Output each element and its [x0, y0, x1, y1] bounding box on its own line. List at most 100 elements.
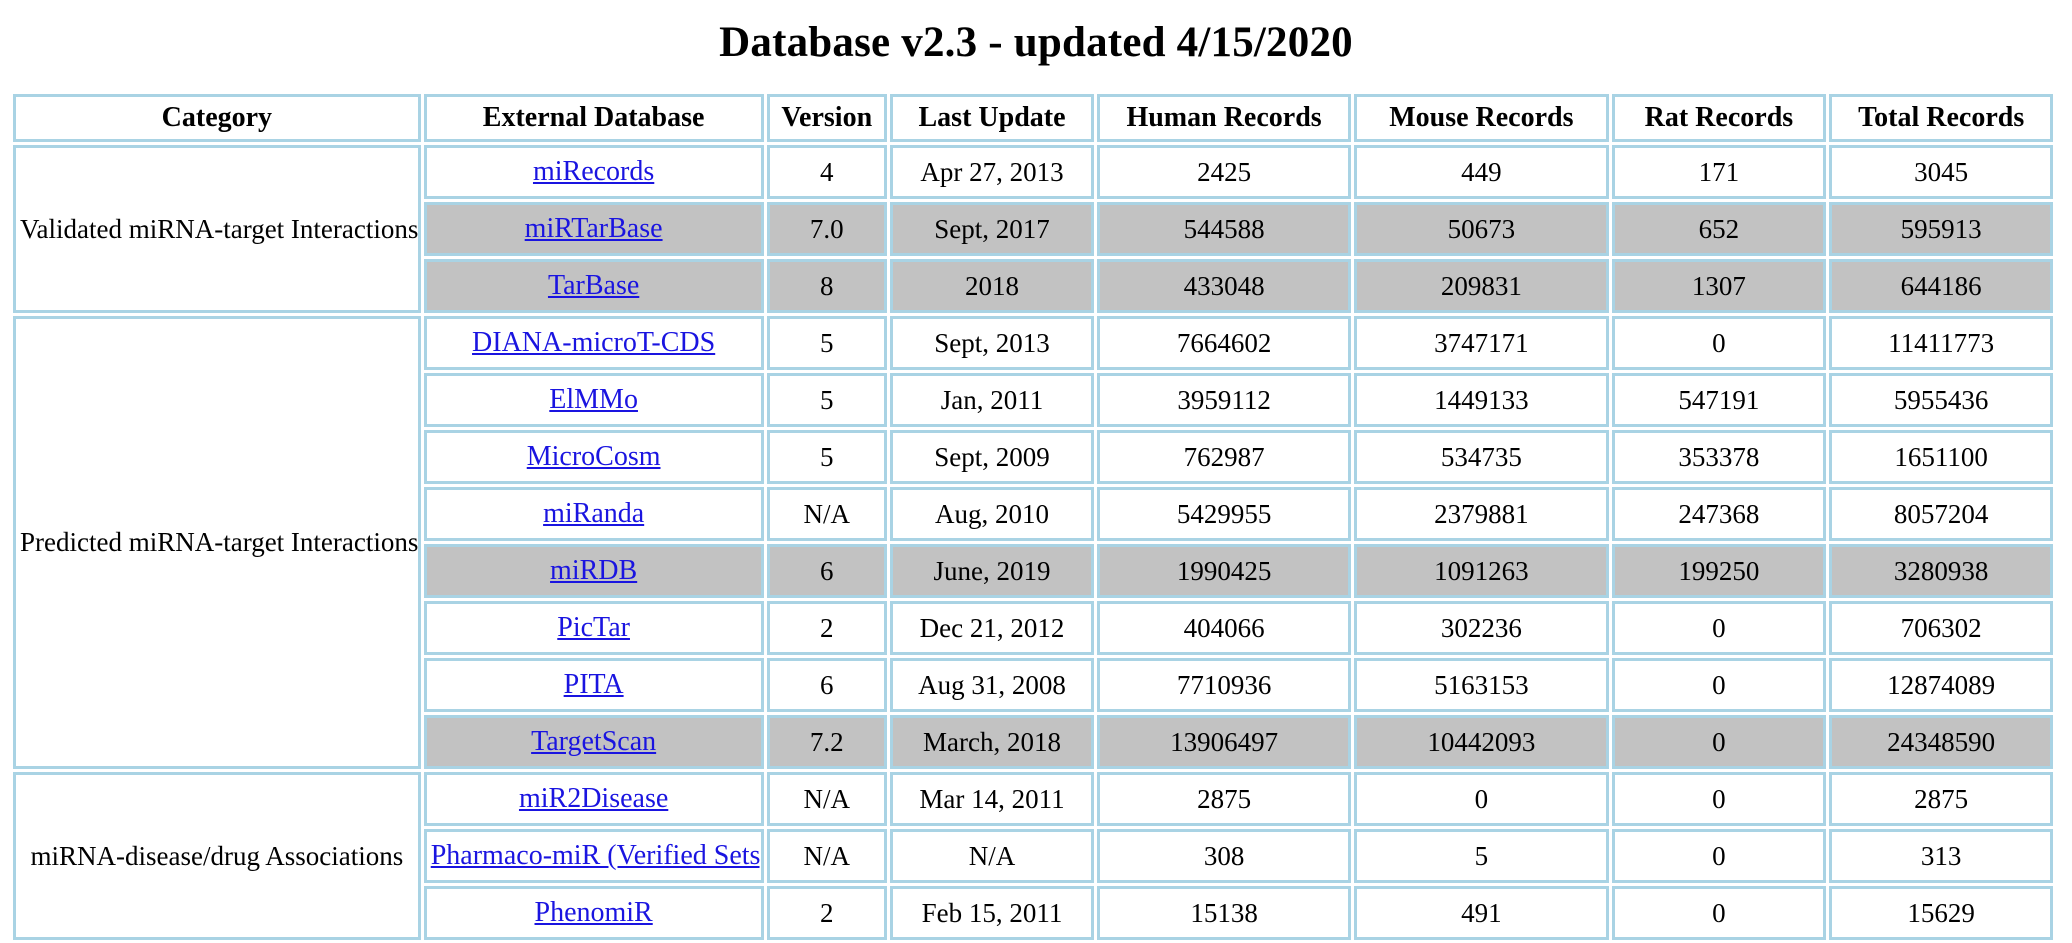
- database-link[interactable]: MicroCosm: [527, 441, 661, 472]
- column-header-total-records: Total Records: [1829, 94, 2053, 142]
- column-header-rat-records: Rat Records: [1611, 94, 1827, 142]
- category-cell: miRNA-disease/drug Associations: [13, 772, 421, 940]
- database-link[interactable]: TargetScan: [531, 726, 656, 757]
- human-records-cell: 308: [1096, 829, 1352, 883]
- database-link[interactable]: ElMMo: [549, 384, 638, 415]
- database-link[interactable]: miRTarBase: [525, 213, 663, 244]
- human-records-cell: 15138: [1096, 886, 1352, 940]
- last-update-cell: Dec 21, 2012: [890, 601, 1094, 655]
- external-database-cell: TarBase: [423, 259, 764, 313]
- database-link[interactable]: PITA: [564, 669, 624, 700]
- mouse-records-cell: 3747171: [1354, 316, 1609, 370]
- external-database-cell: miR2Disease: [423, 772, 764, 826]
- total-records-cell: 3280938: [1829, 544, 2053, 598]
- total-records-cell: 706302: [1829, 601, 2053, 655]
- database-link[interactable]: PhenomiR: [535, 897, 653, 928]
- column-header-human-records: Human Records: [1096, 94, 1352, 142]
- external-database-cell: ElMMo: [423, 373, 764, 427]
- total-records-cell: 644186: [1829, 259, 2053, 313]
- human-records-cell: 1990425: [1096, 544, 1352, 598]
- table-row: Predicted miRNA-target Interactions DIANA…: [13, 316, 2053, 769]
- external-database-cell: miRDB: [423, 544, 764, 598]
- total-records-cell: 12874089: [1829, 658, 2053, 712]
- external-database-cell: miRanda: [423, 487, 764, 541]
- total-records-cell: 24348590: [1829, 715, 2053, 769]
- table-header-row: Category External Database Version Last …: [13, 94, 2053, 142]
- version-cell: 5: [766, 316, 888, 370]
- version-cell: 5: [766, 373, 888, 427]
- database-link[interactable]: miRDB: [550, 555, 637, 586]
- total-records-cell: 313: [1829, 829, 2053, 883]
- mouse-records-cell: 2379881: [1354, 487, 1609, 541]
- total-records-cell: 595913: [1829, 202, 2053, 256]
- version-cell: 5: [766, 430, 888, 484]
- total-records-cell: 3045: [1829, 145, 2053, 199]
- rat-records-cell: 1307: [1611, 259, 1827, 313]
- external-database-cell: DIANA-microT-CDS: [423, 316, 764, 370]
- total-records-cell: 11411773: [1829, 316, 2053, 370]
- database-link[interactable]: miRanda: [543, 498, 644, 529]
- external-database-cell: PhenomiR: [423, 886, 764, 940]
- database-summary-table: Category External Database Version Last …: [10, 91, 2056, 943]
- external-database-cell: miRecords: [423, 145, 764, 199]
- total-records-cell: 5955436: [1829, 373, 2053, 427]
- rat-records-cell: 0: [1611, 886, 1827, 940]
- category-cell: Predicted miRNA-target Interactions: [13, 316, 421, 769]
- human-records-cell: 5429955: [1096, 487, 1352, 541]
- rat-records-cell: 0: [1611, 772, 1827, 826]
- mouse-records-cell: 5163153: [1354, 658, 1609, 712]
- last-update-cell: Aug, 2010: [890, 487, 1094, 541]
- table-row: miRNA-disease/drug Associations miR2Disea…: [13, 772, 2053, 940]
- database-link[interactable]: PicTar: [557, 612, 630, 643]
- mouse-records-cell: 534735: [1354, 430, 1609, 484]
- human-records-cell: 7710936: [1096, 658, 1352, 712]
- column-header-category: Category: [13, 94, 421, 142]
- mouse-records-cell: 5: [1354, 829, 1609, 883]
- total-records-cell: 1651100: [1829, 430, 2053, 484]
- mouse-records-cell: 0: [1354, 772, 1609, 826]
- page-title: Database v2.3 - updated 4/15/2020: [719, 19, 1353, 66]
- mouse-records-cell: 302236: [1354, 601, 1609, 655]
- last-update-cell: Sept, 2009: [890, 430, 1094, 484]
- table-container: Category External Database Version Last …: [0, 91, 2072, 943]
- version-cell: 6: [766, 658, 888, 712]
- version-cell: N/A: [766, 772, 888, 826]
- database-link[interactable]: miR2Disease: [519, 783, 668, 814]
- database-link[interactable]: miRecords: [533, 156, 654, 187]
- human-records-cell: 2875: [1096, 772, 1352, 826]
- last-update-cell: 2018: [890, 259, 1094, 313]
- last-update-cell: March, 2018: [890, 715, 1094, 769]
- database-link[interactable]: TarBase: [548, 270, 639, 301]
- database-link[interactable]: DIANA-microT-CDS: [472, 327, 715, 358]
- database-link[interactable]: Pharmaco-miR (Verified Sets): [431, 840, 761, 871]
- external-database-cell: MicroCosm: [423, 430, 764, 484]
- external-database-cell: Pharmaco-miR (Verified Sets): [423, 829, 764, 883]
- last-update-cell: Feb 15, 2011: [890, 886, 1094, 940]
- last-update-cell: Aug 31, 2008: [890, 658, 1094, 712]
- last-update-cell: June, 2019: [890, 544, 1094, 598]
- rat-records-cell: 199250: [1611, 544, 1827, 598]
- column-header-mouse-records: Mouse Records: [1354, 94, 1609, 142]
- rat-records-cell: 171: [1611, 145, 1827, 199]
- human-records-cell: 762987: [1096, 430, 1352, 484]
- human-records-cell: 13906497: [1096, 715, 1352, 769]
- mouse-records-cell: 491: [1354, 886, 1609, 940]
- mouse-records-cell: 209831: [1354, 259, 1609, 313]
- human-records-cell: 7664602: [1096, 316, 1352, 370]
- total-records-cell: 2875: [1829, 772, 2053, 826]
- rat-records-cell: 0: [1611, 715, 1827, 769]
- rat-records-cell: 0: [1611, 658, 1827, 712]
- rat-records-cell: 247368: [1611, 487, 1827, 541]
- last-update-cell: Jan, 2011: [890, 373, 1094, 427]
- version-cell: 8: [766, 259, 888, 313]
- table-body: Validated miRNA-target Interactions miRec…: [13, 145, 2053, 940]
- human-records-cell: 404066: [1096, 601, 1352, 655]
- version-cell: N/A: [766, 829, 888, 883]
- total-records-cell: 15629: [1829, 886, 2053, 940]
- rat-records-cell: 547191: [1611, 373, 1827, 427]
- human-records-cell: 2425: [1096, 145, 1352, 199]
- last-update-cell: Mar 14, 2011: [890, 772, 1094, 826]
- table-header: Category External Database Version Last …: [13, 94, 2053, 142]
- external-database-cell: PicTar: [423, 601, 764, 655]
- mouse-records-cell: 1449133: [1354, 373, 1609, 427]
